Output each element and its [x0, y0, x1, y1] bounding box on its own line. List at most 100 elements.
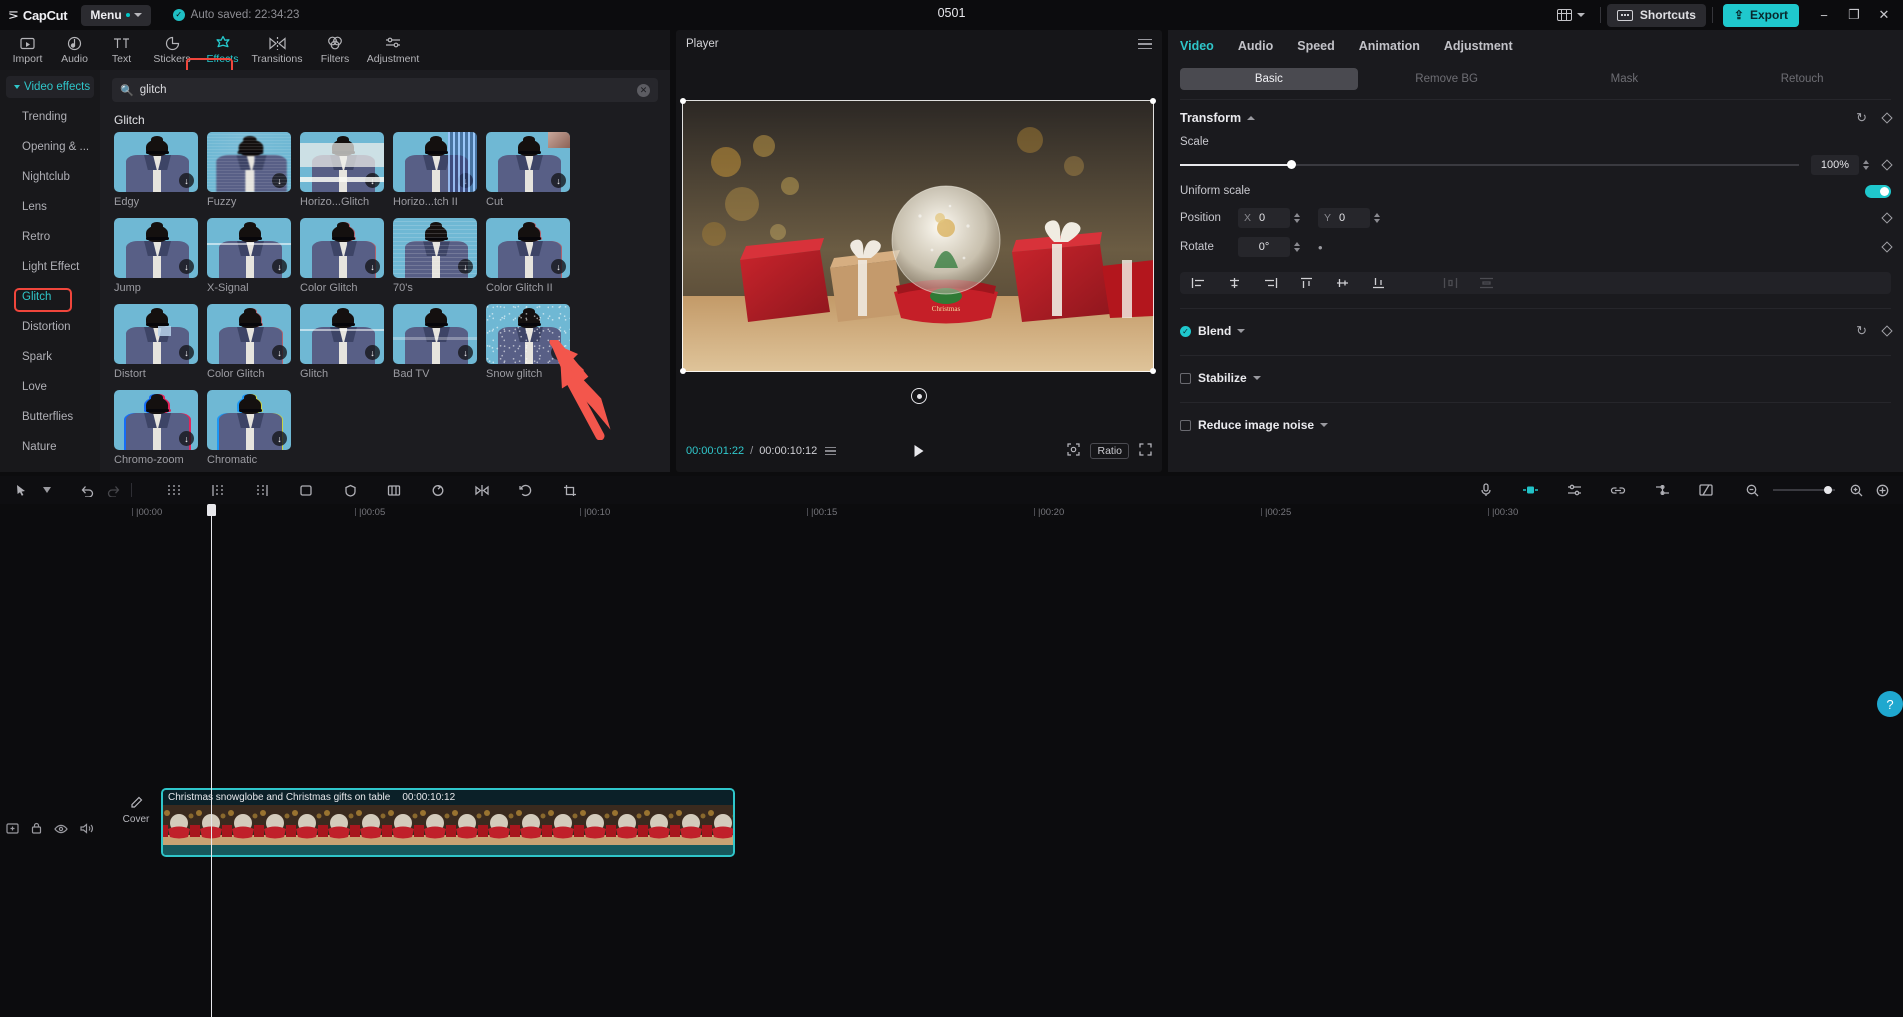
mirror-split-icon[interactable] — [381, 479, 407, 501]
chevron-down-icon[interactable] — [1253, 376, 1261, 380]
sidebar-item-nature[interactable]: Nature — [0, 432, 100, 462]
download-icon[interactable]: ↓ — [458, 259, 473, 274]
add-track-icon[interactable] — [6, 823, 19, 837]
tab-stickers[interactable]: Stickers — [145, 31, 199, 69]
rotate-dial-icon[interactable]: • — [1318, 240, 1323, 255]
rotate-keyframe-icon[interactable] — [1881, 241, 1892, 252]
download-icon[interactable]: ↓ — [365, 259, 380, 274]
playhead-knob[interactable] — [207, 504, 216, 516]
eye-icon[interactable] — [54, 823, 68, 837]
trim-left-icon[interactable] — [205, 479, 231, 501]
download-icon[interactable]: ↓ — [179, 173, 194, 188]
rotate-stepper[interactable] — [1294, 242, 1300, 252]
scale-stepper[interactable] — [1863, 160, 1869, 170]
download-icon[interactable]: ↓ — [272, 173, 287, 188]
effect-item[interactable]: ↓Horizo...tch II — [393, 132, 477, 208]
rotate-handle-icon[interactable] — [911, 388, 927, 404]
adjust-icon[interactable] — [1561, 479, 1587, 501]
sidebar-item-nightclub[interactable]: Nightclub — [0, 162, 100, 192]
position-keyframe-icon[interactable] — [1881, 212, 1892, 223]
lock-icon[interactable] — [31, 822, 42, 837]
position-y-stepper[interactable] — [1374, 213, 1380, 223]
align-top-icon[interactable] — [1288, 272, 1324, 294]
download-icon[interactable]: ↓ — [179, 431, 194, 446]
effect-item[interactable]: ↓Color Glitch II — [486, 218, 570, 294]
blend-checkbox[interactable]: ✓ — [1180, 326, 1191, 337]
search-input[interactable] — [140, 84, 631, 96]
download-icon[interactable]: ↓ — [365, 345, 380, 360]
clear-search-icon[interactable]: ✕ — [637, 84, 650, 97]
align-center-horizontal-icon[interactable] — [1216, 272, 1252, 294]
stabilize-checkbox[interactable] — [1180, 373, 1191, 384]
download-icon[interactable]: ↓ — [551, 173, 566, 188]
effect-item[interactable]: ↓Cut — [486, 132, 570, 208]
tab-adjustment[interactable]: Adjustment — [362, 31, 424, 69]
effect-item[interactable]: ↓Horizo...Glitch — [300, 132, 384, 208]
rotate-icon[interactable] — [425, 479, 451, 501]
scale-slider-knob[interactable] — [1287, 160, 1296, 169]
scale-value[interactable]: 100% — [1811, 155, 1859, 175]
help-icon[interactable]: ? — [1877, 691, 1903, 717]
align-bottom-icon[interactable] — [1360, 272, 1396, 294]
minimize-button[interactable]: − — [1809, 0, 1839, 30]
tab-animation[interactable]: Animation — [1359, 39, 1420, 53]
chevron-down-icon[interactable] — [34, 479, 60, 501]
tab-audio[interactable]: Audio — [1238, 39, 1273, 53]
segment-retouch[interactable]: Retouch — [1713, 68, 1891, 90]
sidebar-item-spark[interactable]: Spark — [0, 342, 100, 372]
close-button[interactable]: ✕ — [1869, 0, 1899, 30]
chevron-up-icon[interactable] — [1247, 116, 1255, 120]
effect-item[interactable]: ↓Glitch — [300, 304, 384, 380]
effect-item[interactable]: ↓Fuzzy — [207, 132, 291, 208]
tab-import[interactable]: Import — [4, 31, 51, 69]
menu-button[interactable]: Menu — [81, 5, 150, 26]
playhead[interactable] — [211, 504, 212, 1017]
uniform-scale-toggle[interactable] — [1865, 185, 1891, 198]
sidebar-item-light-effect[interactable]: Light Effect — [0, 252, 100, 282]
sidebar-item-opening[interactable]: Opening & ... — [0, 132, 100, 162]
hamburger-icon[interactable] — [1138, 39, 1152, 50]
keyframe-diamond-icon[interactable] — [1881, 112, 1892, 123]
timecode-list-icon[interactable] — [825, 447, 836, 456]
effect-item[interactable]: ↓Snow glitch — [486, 304, 570, 380]
segment-mask[interactable]: Mask — [1536, 68, 1714, 90]
search-box[interactable]: 🔍 ✕ — [112, 78, 658, 102]
position-x-field[interactable]: X 0 — [1238, 208, 1290, 228]
timeline-zoom-knob[interactable] — [1824, 486, 1832, 494]
cursor-select-icon[interactable] — [8, 479, 34, 501]
delete-icon[interactable] — [293, 479, 319, 501]
download-icon[interactable]: ↓ — [179, 345, 194, 360]
timeline-clip[interactable]: Christmas snowglobe and Christmas gifts … — [161, 788, 735, 857]
sidebar-item-lens[interactable]: Lens — [0, 192, 100, 222]
mute-icon[interactable] — [80, 823, 94, 837]
tab-speed[interactable]: Speed — [1297, 39, 1335, 53]
download-icon[interactable]: ↓ — [551, 259, 566, 274]
sidebar-item-distortion[interactable]: Distortion — [0, 312, 100, 342]
crop-icon[interactable] — [557, 479, 583, 501]
download-icon[interactable]: ↓ — [365, 173, 380, 188]
align-center-vertical-icon[interactable] — [1324, 272, 1360, 294]
mask-icon[interactable] — [1693, 479, 1719, 501]
keyframe-diamond-icon[interactable] — [1881, 325, 1892, 336]
sidebar-header-video-effects[interactable]: Video effects — [6, 76, 94, 98]
trim-right-icon[interactable] — [249, 479, 275, 501]
tab-effects[interactable]: Effects — [199, 31, 246, 69]
sidebar-item-retro[interactable]: Retro — [0, 222, 100, 252]
effect-item[interactable]: ↓Jump — [114, 218, 198, 294]
auto-captions-icon[interactable] — [1517, 479, 1543, 501]
zoom-fit-icon[interactable] — [1067, 443, 1080, 459]
download-icon[interactable]: ↓ — [551, 345, 566, 360]
effect-item[interactable]: ↓Edgy — [114, 132, 198, 208]
effect-item[interactable]: ↓Distort — [114, 304, 198, 380]
download-icon[interactable]: ↓ — [179, 259, 194, 274]
effect-item[interactable]: ↓X-Signal — [207, 218, 291, 294]
flip-icon[interactable] — [469, 479, 495, 501]
sidebar-item-butterflies[interactable]: Butterflies — [0, 402, 100, 432]
sidebar-item-love[interactable]: Love — [0, 372, 100, 402]
undo-icon[interactable] — [74, 479, 100, 501]
tab-transitions[interactable]: Transitions — [246, 31, 308, 69]
effect-item[interactable]: ↓Color Glitch — [300, 218, 384, 294]
download-icon[interactable]: ↓ — [272, 259, 287, 274]
download-icon[interactable]: ↓ — [458, 173, 473, 188]
export-button[interactable]: ⇪ Export — [1723, 4, 1799, 27]
